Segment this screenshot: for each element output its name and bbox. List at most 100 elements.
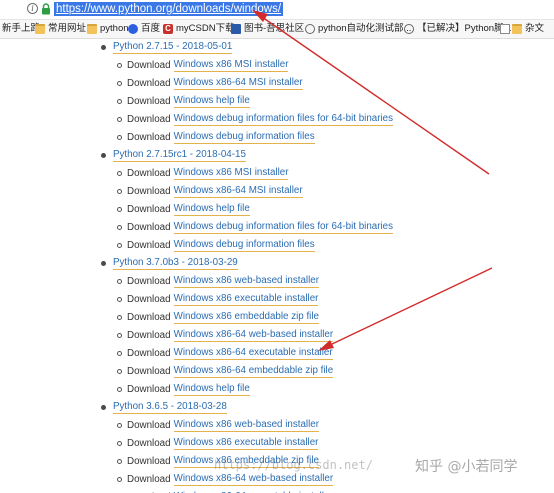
download-item: Download Windows debug information files … bbox=[117, 111, 394, 127]
download-prefix: Download bbox=[127, 113, 171, 125]
url-input[interactable]: https://www.python.org/downloads/windows… bbox=[54, 2, 284, 16]
bookmark-label: 图书-吾思社区 bbox=[244, 23, 305, 34]
download-link[interactable]: Windows x86-64 web-based installer bbox=[173, 329, 334, 342]
bookmark-label: python bbox=[100, 23, 129, 34]
download-prefix: Download bbox=[127, 239, 171, 251]
watermark-brand: 知乎 @小若同学 bbox=[415, 459, 518, 475]
download-link[interactable]: Windows debug information files for 64-b… bbox=[173, 221, 394, 234]
bullet-icon bbox=[117, 350, 122, 356]
download-item: Download Windows x86 MSI installer bbox=[117, 57, 289, 73]
bullet-icon bbox=[117, 296, 122, 302]
address-bar[interactable]: i https://www.python.org/downloads/windo… bbox=[0, 0, 554, 20]
download-link[interactable]: Windows x86-64 web-based installer bbox=[173, 473, 334, 486]
bullet-icon bbox=[117, 188, 122, 194]
bookmark-label: 杂文 bbox=[525, 23, 545, 34]
bookmark-item[interactable]: 【已解决】Python脚... bbox=[404, 20, 512, 38]
download-prefix: Download bbox=[127, 95, 171, 107]
download-item: Download Windows x86 MSI installer bbox=[117, 165, 289, 181]
download-link[interactable]: Windows x86 web-based installer bbox=[173, 275, 319, 288]
download-link[interactable]: Windows help file bbox=[173, 203, 250, 216]
download-link[interactable]: Windows x86-64 executable installer bbox=[173, 347, 333, 360]
bullet-icon bbox=[117, 134, 122, 140]
bookmark-item[interactable]: python自动化测试部... bbox=[305, 20, 411, 38]
bullet-icon bbox=[117, 242, 122, 248]
download-item: Download Windows x86-64 web-based install… bbox=[117, 327, 334, 343]
download-link[interactable]: Windows x86 executable installer bbox=[173, 437, 319, 450]
lock-icon bbox=[42, 3, 50, 15]
bullet-icon bbox=[117, 314, 122, 320]
download-item: Download Windows x86-64 embeddable zip fi… bbox=[117, 363, 334, 379]
download-prefix: Download bbox=[127, 383, 171, 395]
release-link[interactable]: Python 3.7.0b3 - 2018-03-29 bbox=[113, 257, 238, 270]
bookmark-item[interactable]: 常用网址 bbox=[35, 20, 86, 38]
download-link[interactable]: Windows help file bbox=[173, 95, 250, 108]
file-icon bbox=[500, 24, 510, 34]
library-icon bbox=[231, 24, 241, 34]
bookmark-item[interactable]: python bbox=[87, 20, 129, 38]
download-item: DownloadWindows x86-64 executable instal… bbox=[117, 345, 333, 361]
download-link[interactable]: Windows debug information files bbox=[173, 131, 315, 144]
globe-icon bbox=[404, 24, 414, 34]
download-link[interactable]: Windows debug information files for 64-b… bbox=[173, 113, 394, 126]
bookmark-item[interactable]: CmyCSDN下载 bbox=[163, 20, 235, 38]
bookmark-label: 【已解决】Python脚... bbox=[417, 23, 512, 34]
bookmarks-bar: 新手上路 常用网址 python 百度 CmyCSDN下载 图书-吾思社区 python自动… bbox=[0, 20, 554, 39]
bookmark-item[interactable]: 图书-吾思社区 bbox=[231, 20, 304, 38]
watermark-url: https://blog.csdn.net/ bbox=[214, 458, 373, 472]
release-item: Python 3.7.0b3 - 2018-03-29 bbox=[101, 255, 238, 271]
download-prefix: Download bbox=[127, 77, 171, 89]
download-prefix: Download bbox=[127, 329, 171, 341]
release-item: Python 2.7.15rc1 - 2018-04-15 bbox=[101, 147, 246, 163]
download-prefix: Download bbox=[127, 419, 171, 431]
download-item: Download Windows x86-64 MSI installer bbox=[117, 183, 303, 199]
bullet-icon bbox=[101, 404, 106, 410]
bullet-icon bbox=[117, 62, 122, 68]
bullet-icon bbox=[117, 278, 122, 284]
download-link[interactable]: Windows x86 web-based installer bbox=[173, 419, 319, 432]
download-prefix: Download bbox=[127, 293, 171, 305]
download-prefix: Download bbox=[127, 59, 171, 71]
download-link[interactable]: Windows x86 MSI installer bbox=[173, 167, 289, 180]
release-item: Python 3.6.5 - 2018-03-28 bbox=[101, 399, 227, 415]
release-item: Python 2.7.15 - 2018-05-01 bbox=[101, 39, 233, 55]
info-icon[interactable]: i bbox=[27, 3, 38, 14]
download-link[interactable]: Windows debug information files bbox=[173, 239, 315, 252]
download-item: Download Windows help file bbox=[117, 93, 250, 109]
download-prefix: Download bbox=[127, 311, 171, 323]
download-prefix: Download bbox=[127, 131, 171, 143]
bullet-icon bbox=[117, 458, 122, 464]
release-link[interactable]: Python 3.6.5 - 2018-03-28 bbox=[113, 401, 227, 414]
download-item: Download Windows x86 embeddable zip file bbox=[117, 309, 319, 325]
download-item: Download Windows debug information files bbox=[117, 129, 315, 145]
bullet-icon bbox=[117, 422, 122, 428]
download-link[interactable]: Windows x86-64 MSI installer bbox=[173, 185, 303, 198]
downloads-list: Python 2.7.15 - 2018-05-01 Download Window… bbox=[0, 39, 554, 493]
bullet-icon bbox=[117, 332, 122, 338]
bullet-icon bbox=[101, 44, 106, 50]
download-link[interactable]: Windows x86-64 embeddable zip file bbox=[173, 365, 334, 378]
download-link[interactable]: Windows help file bbox=[173, 383, 250, 396]
download-link[interactable]: Windows x86 MSI installer bbox=[173, 59, 289, 72]
bullet-icon bbox=[117, 170, 122, 176]
bullet-icon bbox=[101, 152, 106, 158]
bullet-icon bbox=[117, 386, 122, 392]
release-link[interactable]: Python 2.7.15rc1 - 2018-04-15 bbox=[113, 149, 246, 162]
download-link[interactable]: Windows x86 embeddable zip file bbox=[173, 311, 319, 324]
download-item: DownloadWindows x86-64 executable instal… bbox=[117, 489, 333, 493]
download-item: Download Windows debug information files bbox=[117, 237, 315, 253]
bullet-icon bbox=[117, 224, 122, 230]
bullet-icon bbox=[117, 206, 122, 212]
bookmark-item[interactable]: 杂文 bbox=[512, 20, 544, 38]
bookmark-label: myCSDN下载 bbox=[176, 23, 235, 34]
download-item: Download Windows help file bbox=[117, 201, 250, 217]
download-item: Download Windows x86-64 MSI installer bbox=[117, 75, 303, 91]
download-link[interactable]: Windows x86 executable installer bbox=[173, 293, 319, 306]
bookmark-item[interactable]: 百度 bbox=[128, 20, 160, 38]
download-item: Download Windows help file bbox=[117, 381, 250, 397]
download-prefix: Download bbox=[127, 365, 171, 377]
release-link[interactable]: Python 2.7.15 - 2018-05-01 bbox=[113, 41, 233, 54]
download-link[interactable]: Windows x86-64 MSI installer bbox=[173, 77, 303, 90]
download-prefix: Download bbox=[127, 221, 171, 233]
bullet-icon bbox=[117, 80, 122, 86]
download-prefix: Download bbox=[127, 455, 171, 467]
